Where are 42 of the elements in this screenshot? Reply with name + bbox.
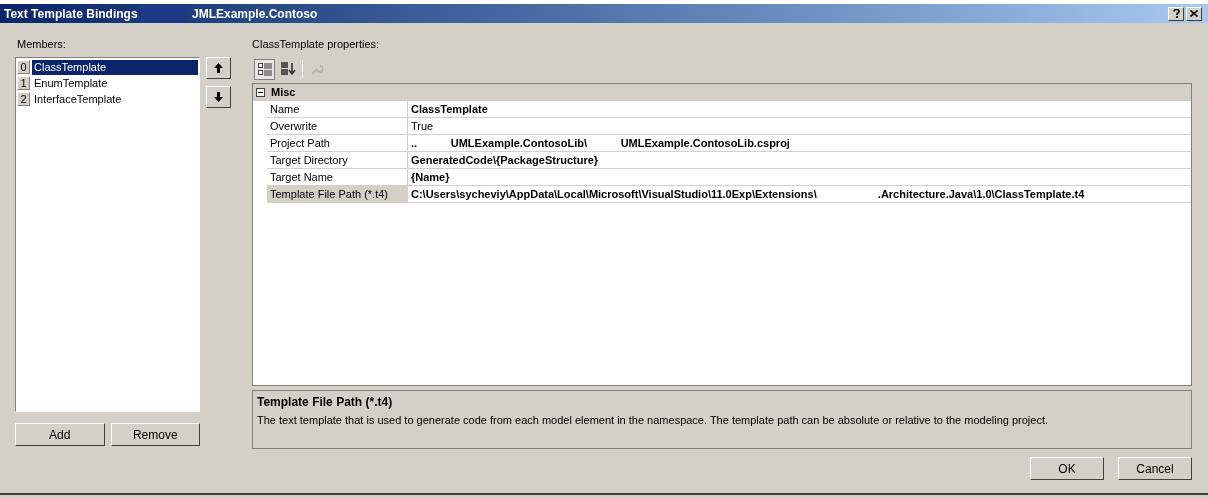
property-name[interactable]: Target Directory bbox=[267, 152, 408, 168]
remove-button[interactable]: Remove bbox=[110, 423, 200, 446]
property-name[interactable]: Name bbox=[267, 101, 408, 117]
property-value[interactable]: {Name} bbox=[408, 169, 450, 185]
down-arrow-icon bbox=[214, 92, 223, 102]
index-label: 2 bbox=[17, 92, 30, 106]
index-label: 0 bbox=[17, 60, 30, 74]
member-item[interactable]: EnumTemplate bbox=[32, 75, 198, 91]
description-text: The text template that is used to generate code from each model element in the namespace. The template path can be absolute or relative to the modeling project. bbox=[257, 413, 1050, 428]
property-name[interactable]: Template File Path (*.t4) bbox=[267, 186, 408, 202]
property-name[interactable]: Target Name bbox=[267, 169, 408, 185]
category-label: Misc bbox=[271, 85, 296, 101]
property-value[interactable]: .. UMLExample.ContosoLib\ UMLExample.ContosoLib.csproj bbox=[408, 135, 790, 151]
property-value[interactable]: C:\Users\sycheviy\AppData\Local\Microsoft\VisualStudio\11.0Exp\Extensions\ .Architecture.Java\1.0\ClassTemplate.t4 bbox=[408, 186, 1085, 202]
ok-button[interactable]: OK bbox=[1030, 457, 1104, 480]
description-title: Template File Path (*.t4) bbox=[257, 394, 394, 411]
close-button[interactable] bbox=[1186, 6, 1202, 21]
sort-az-icon bbox=[281, 62, 296, 76]
property-value[interactable]: True bbox=[408, 118, 434, 134]
close-icon bbox=[1190, 10, 1198, 17]
categorized-icon bbox=[257, 62, 272, 76]
window-title: Text Template Bindings bbox=[3, 5, 139, 23]
members-label: Members: bbox=[16, 37, 67, 51]
member-item[interactable]: InterfaceTemplate bbox=[32, 91, 198, 107]
property-value[interactable]: GeneratedCode\{PackageStructure} bbox=[408, 152, 599, 168]
title-highlight bbox=[140, 4, 188, 23]
cancel-button[interactable]: Cancel bbox=[1118, 457, 1192, 480]
up-arrow-icon bbox=[214, 63, 223, 73]
window-subtitle: JMLExample.Contoso bbox=[192, 5, 318, 23]
collapse-toggle[interactable] bbox=[256, 88, 265, 97]
property-value[interactable]: ClassTemplate bbox=[408, 101, 488, 117]
member-item[interactable]: ClassTemplate bbox=[32, 59, 198, 75]
help-button[interactable] bbox=[1168, 6, 1184, 21]
properties-label: ClassTemplate properties: bbox=[252, 37, 381, 51]
property-name[interactable]: Project Path bbox=[267, 135, 408, 151]
help-icon bbox=[1172, 9, 1180, 18]
move-up-button[interactable] bbox=[206, 57, 231, 79]
property-name[interactable]: Overwrite bbox=[267, 118, 408, 134]
categorized-button[interactable] bbox=[254, 58, 275, 80]
move-down-button[interactable] bbox=[206, 86, 231, 108]
add-button[interactable]: Add bbox=[15, 423, 105, 446]
index-label: 1 bbox=[17, 76, 30, 90]
